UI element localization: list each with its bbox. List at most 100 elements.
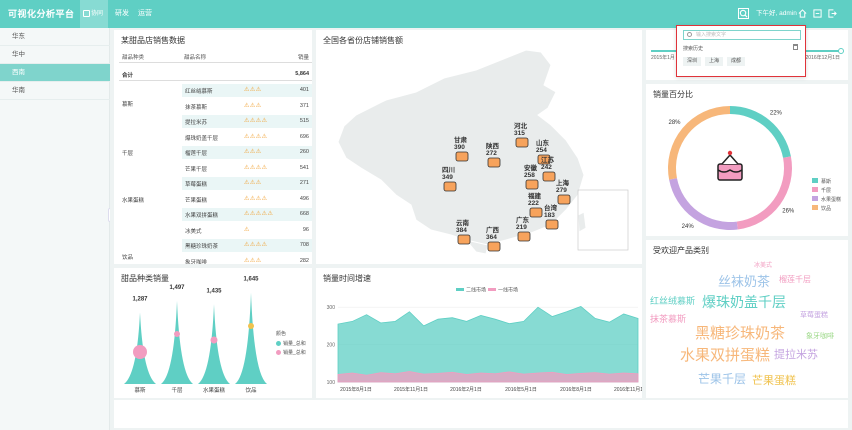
group-label: 水果蛋糕 [122, 198, 145, 204]
rating-icons: ⚠⚠⚠ [244, 180, 262, 186]
table-row: 爆珠奶盖千层 ⚠⚠⚠⚠ 696 [182, 131, 312, 144]
province-value: 219 [516, 224, 527, 231]
map-marker-icon[interactable] [457, 234, 471, 245]
table-row: 芒果千层 ⚠⚠⚠⚠ 541 [182, 162, 312, 175]
history-title: 搜索历史 [683, 46, 704, 52]
word-cloud-term: 丝袜奶茶 [718, 274, 771, 289]
map-marker-icon[interactable] [443, 181, 457, 192]
bar-legend: 颜色 销量_总和 销量_总和 [276, 330, 306, 356]
row-value: 271 [299, 180, 309, 186]
bar-card: 甜品种类销量 1,287 慕斯 1,497 千层 1,435 水果蛋糕 1,645 饮品 颜色… [114, 268, 312, 398]
province-name: 河北 [514, 121, 528, 130]
word-cloud-term: 冰美式 [754, 263, 773, 269]
row-value: 371 [299, 102, 309, 109]
bar-mark[interactable] [235, 292, 267, 384]
row-value: 515 [299, 118, 309, 124]
bar-tick-label: 水果蛋糕 [203, 386, 226, 394]
row-name: 红丝绒慕斯 [185, 89, 213, 95]
home-tab-icon [83, 10, 90, 17]
search-input[interactable]: 输入搜索文字 [683, 30, 801, 40]
legend-label: 水果蛋糕 [821, 196, 841, 203]
history-chip[interactable]: 上海 [705, 57, 724, 66]
area-series[interactable] [337, 306, 639, 383]
sidebar-item-east[interactable]: 华东 [0, 28, 110, 46]
province-value: 364 [486, 234, 497, 241]
legend-swatch [488, 288, 496, 291]
search-icon[interactable] [738, 8, 749, 19]
bar-mark[interactable] [198, 304, 230, 384]
date-slider-handle[interactable] [838, 48, 844, 54]
bar-value-label: 1,435 [206, 288, 222, 294]
trash-icon[interactable] [793, 44, 798, 50]
map-marker-icon[interactable] [487, 241, 501, 252]
province-name: 安徽 [524, 163, 538, 172]
group-label: 饮品 [122, 255, 134, 261]
area-series[interactable] [337, 371, 639, 383]
map-marker-icon[interactable] [557, 194, 571, 205]
group-label: 千层 [122, 151, 134, 157]
wordcloud-card: 受欢迎产品类别 冰美式 丝袜奶茶 榴莲千层 红丝绒慕斯 爆珠奶盖千层 抹茶慕斯 草莓蛋糕 黑糖… [646, 240, 848, 398]
tab-rd[interactable]: 研发 [115, 0, 129, 28]
china-map: 甘肃390 陕西272 河北315 山东254江苏242安徽258 上海279 四川349… [337, 49, 629, 255]
table-row: 水果双拼蛋糕 ⚠⚠⚠⚠⚠ 668 [182, 208, 312, 221]
word-cloud-term: 提拉米苏 [774, 349, 818, 361]
table-header: 甜品种类 甜品名称 销量 [119, 50, 312, 63]
legend-label: 二线市场 [466, 287, 486, 294]
row-name: 爆珠奶盖千层 [185, 135, 219, 142]
logout-icon[interactable] [827, 9, 837, 19]
footer-card [114, 400, 848, 428]
pie-label: 24% [682, 224, 695, 230]
x-tick-label: 2015年11月1日 [394, 386, 428, 393]
map-marker-icon[interactable] [542, 171, 556, 182]
tab-ops[interactable]: 运营 [138, 0, 152, 28]
card-title: 受欢迎产品类别 [653, 246, 709, 255]
map-marker-icon[interactable] [529, 207, 543, 218]
bar-top-decoration [248, 323, 254, 329]
word-cloud-term: 草莓蛋糕 [800, 312, 828, 319]
map-marker-icon[interactable] [487, 157, 501, 168]
x-tick-label: 2016年8月1日 [560, 386, 592, 393]
province-name: 云南 [456, 218, 470, 227]
home-icon[interactable] [797, 9, 807, 19]
province-value: 315 [514, 130, 525, 137]
legend-label: 一线市场 [498, 287, 518, 294]
history-chip[interactable]: 深圳 [683, 57, 702, 66]
province-value: 222 [528, 200, 539, 207]
map-marker-icon[interactable] [545, 219, 559, 230]
map-marker-icon[interactable] [455, 151, 469, 162]
search-icon [687, 32, 692, 37]
bar-top-decoration [133, 345, 147, 359]
province-name: 福建 [527, 191, 542, 200]
legend-title: 颜色 [276, 331, 287, 337]
x-tick-label: 2015年8月1日 [340, 386, 372, 393]
table-row: 冰美式 ⚠ 96 [182, 224, 312, 237]
area-card: 销量时间增速 100 200 300 2015年8月1日 2015年11月1日 2016年… [316, 268, 642, 398]
table-row: 抹茶慕斯 ⚠⚠⚠ 371 [182, 100, 312, 113]
header-name: 甜品名称 [184, 55, 207, 61]
province-name: 上海 [556, 178, 570, 187]
rating-icons: ⚠⚠⚠⚠ [244, 242, 268, 248]
row-name: 草莓蛋糕 [185, 182, 208, 188]
sidebar-item-central[interactable]: 华中 [0, 46, 110, 64]
history-chip[interactable]: 成都 [727, 57, 746, 66]
province-value: 349 [442, 174, 453, 181]
sidebar-item-southwest[interactable]: 西南 [0, 64, 110, 82]
total-label: 合计 [122, 73, 134, 79]
map-marker-icon[interactable] [525, 179, 539, 190]
legend-swatch [812, 187, 818, 192]
expand-icon[interactable] [812, 9, 822, 19]
map-marker-icon[interactable] [515, 137, 529, 148]
word-cloud-term: 芒果千层 [698, 372, 747, 386]
row-name: 芒果蛋糕 [185, 197, 208, 204]
sidebar-item-south[interactable]: 华南 [0, 82, 110, 100]
province-value: 183 [544, 212, 555, 219]
bar-mark[interactable] [161, 300, 193, 384]
tab-collab[interactable]: 协同 [80, 0, 108, 28]
map-marker-icon[interactable] [517, 231, 531, 242]
bar-value-label: 1,497 [169, 285, 185, 291]
province-value: 242 [541, 164, 552, 171]
row-name: 抹茶慕斯 [185, 104, 208, 111]
province-value: 258 [524, 172, 535, 179]
table-row: 黑糖珍珠奶茶 ⚠⚠⚠⚠ 708 [182, 239, 312, 252]
province-name: 广西 [486, 225, 500, 234]
